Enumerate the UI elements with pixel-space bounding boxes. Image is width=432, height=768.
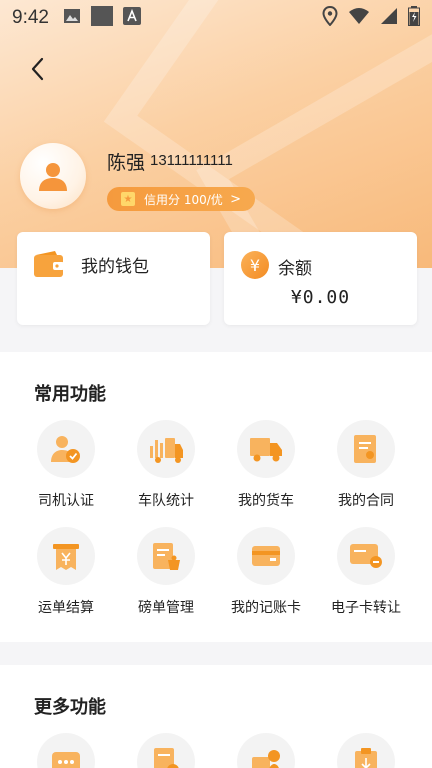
my-truck-item[interactable]: 我的货车 bbox=[216, 420, 316, 510]
more-item-4[interactable] bbox=[316, 733, 416, 768]
chevron-left-icon bbox=[31, 57, 44, 81]
my-account-card-label: 我的记账卡 bbox=[231, 600, 301, 616]
weighbill-management-label: 磅单管理 bbox=[138, 600, 194, 616]
balance-card[interactable]: ¥ 余额 ¥0.00 bbox=[224, 232, 417, 325]
document-icon bbox=[154, 748, 179, 768]
more-item-3[interactable] bbox=[216, 733, 316, 768]
waybill-settlement-item[interactable]: 运单结算 bbox=[16, 527, 116, 617]
ecard-transfer-label: 电子卡转让 bbox=[331, 600, 401, 616]
chevron-right-icon: > bbox=[230, 191, 241, 207]
waybill-settlement-icon bbox=[53, 544, 79, 570]
ecard-transfer-icon bbox=[350, 544, 382, 568]
driver-certification-icon bbox=[51, 436, 80, 463]
signal-icon bbox=[380, 7, 398, 30]
balance-amount: ¥0.00 bbox=[290, 287, 351, 308]
user-name: 陈强 bbox=[107, 152, 146, 174]
driver-certification-item[interactable]: 司机认证 bbox=[16, 420, 116, 510]
avatar[interactable] bbox=[20, 143, 86, 209]
section-title-common: 常用功能 bbox=[34, 384, 106, 405]
more-functions-section: 更多功能 bbox=[0, 665, 432, 768]
credit-score-badge[interactable]: ★ 信用分 100/优 > bbox=[107, 187, 255, 211]
status-time: 9:42 bbox=[12, 7, 49, 28]
more-item-2[interactable] bbox=[116, 733, 216, 768]
user-icon bbox=[39, 163, 67, 191]
my-account-card-item[interactable]: 我的记账卡 bbox=[216, 527, 316, 617]
back-button[interactable] bbox=[24, 54, 54, 84]
account-card-icon bbox=[252, 546, 280, 566]
common-functions-section: 常用功能 司机认证 车队统计 我的货车 我的合同 运单结算 磅单管理 我的记账卡… bbox=[0, 352, 432, 642]
more-item-1[interactable] bbox=[16, 733, 116, 768]
profile-header-background bbox=[0, 0, 432, 268]
ecard-transfer-item[interactable]: 电子卡转让 bbox=[316, 527, 416, 617]
my-contract-label: 我的合同 bbox=[338, 493, 394, 509]
wallet-card[interactable]: 我的钱包 bbox=[17, 232, 210, 325]
contract-icon bbox=[354, 435, 376, 463]
balance-label: 余额 bbox=[278, 259, 312, 279]
truck-icon bbox=[250, 438, 282, 462]
weighbill-management-icon bbox=[153, 543, 180, 570]
section-title-more: 更多功能 bbox=[34, 697, 106, 718]
my-contract-item[interactable]: 我的合同 bbox=[316, 420, 416, 510]
text-icon bbox=[122, 6, 141, 30]
clipboard-icon bbox=[355, 748, 377, 768]
yuan-icon: ¥ bbox=[241, 251, 269, 279]
fleet-statistics-icon bbox=[150, 438, 183, 463]
fleet-statistics-label: 车队统计 bbox=[138, 493, 194, 509]
my-truck-label: 我的货车 bbox=[238, 493, 294, 509]
wallet-icon bbox=[33, 250, 65, 282]
service-icon bbox=[252, 750, 280, 768]
star-icon: ★ bbox=[121, 192, 135, 206]
status-bar: 9:42 bbox=[0, 0, 432, 36]
wallet-label: 我的钱包 bbox=[81, 257, 149, 277]
battery-icon bbox=[408, 5, 420, 31]
location-icon bbox=[322, 5, 338, 31]
square-icon bbox=[90, 5, 113, 31]
waybill-settlement-label: 运单结算 bbox=[38, 600, 94, 616]
driver-certification-label: 司机认证 bbox=[38, 493, 94, 509]
user-phone: 13111111111 bbox=[150, 152, 233, 169]
weighbill-management-item[interactable]: 磅单管理 bbox=[116, 527, 216, 617]
credit-score-label: 信用分 100/优 bbox=[144, 192, 223, 207]
chat-icon bbox=[52, 752, 80, 768]
wifi-icon bbox=[348, 7, 370, 30]
fleet-statistics-item[interactable]: 车队统计 bbox=[116, 420, 216, 510]
image-icon bbox=[63, 7, 81, 29]
